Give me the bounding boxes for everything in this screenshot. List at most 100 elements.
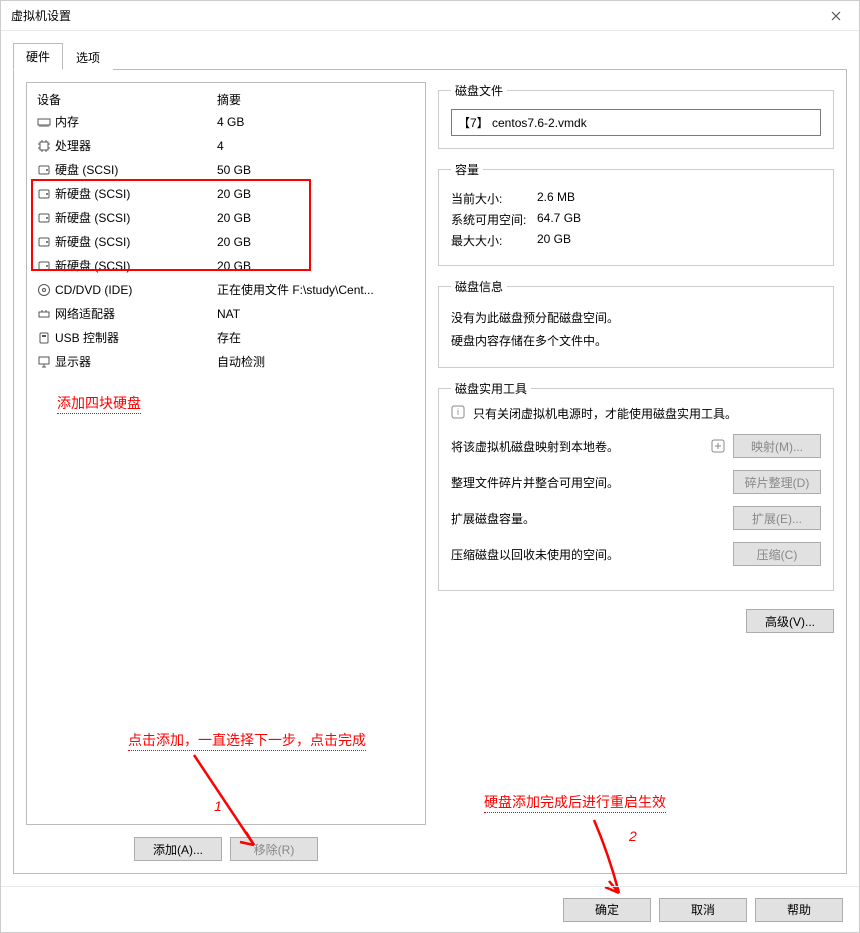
disk-util-group: 磁盘实用工具 i 只有关闭虚拟机电源时，才能使用磁盘实用工具。 将该虚拟机磁盘映…: [438, 380, 834, 591]
info-icon: i: [451, 405, 465, 419]
device-summary: 4: [217, 136, 415, 156]
device-row[interactable]: 网络适配器 NAT: [27, 302, 425, 326]
device-name: 硬盘 (SCSI): [55, 160, 118, 180]
device-summary: 4 GB: [217, 112, 415, 132]
device-row[interactable]: 新硬盘 (SCSI) 20 GB: [27, 230, 425, 254]
annotation-number2: 2: [629, 828, 637, 844]
expand-text: 扩展磁盘容量。: [451, 510, 725, 527]
svg-text:i: i: [457, 407, 459, 417]
map-button: 映射(M)...: [733, 434, 821, 458]
disk-icon: [37, 235, 51, 249]
capacity-group: 容量 当前大小: 2.6 MB 系统可用空间: 64.7 GB 最大大小: 20…: [438, 161, 834, 266]
expand-button: 扩展(E)...: [733, 506, 821, 530]
device-row[interactable]: USB 控制器 存在: [27, 326, 425, 350]
device-name: 新硬盘 (SCSI): [55, 232, 130, 252]
map-text: 将该虚拟机磁盘映射到本地卷。: [451, 438, 703, 455]
device-list: 设备 摘要 内存4 GB处理器4硬盘 (SCSI)50 GB新硬盘 (SCSI)…: [26, 82, 426, 825]
cap-max-value: 20 GB: [537, 232, 571, 249]
cap-current-value: 2.6 MB: [537, 190, 575, 207]
advanced-button[interactable]: 高级(V)...: [746, 609, 834, 633]
tab-body: 设备 摘要 内存4 GB处理器4硬盘 (SCSI)50 GB新硬盘 (SCSI)…: [13, 69, 847, 874]
device-row[interactable]: 显示器 自动检测: [27, 350, 425, 374]
disk-icon: [37, 259, 51, 273]
device-summary: 20 GB: [217, 232, 415, 252]
defrag-button: 碎片整理(D): [733, 470, 821, 494]
device-name: 内存: [55, 112, 79, 132]
device-row[interactable]: 内存 4 GB: [27, 110, 425, 134]
disk-info-legend: 磁盘信息: [451, 278, 507, 295]
device-row[interactable]: 新硬盘 (SCSI) 20 GB: [27, 206, 425, 230]
cap-current-label: 当前大小:: [451, 190, 531, 207]
cap-free-label: 系统可用空间:: [451, 211, 531, 228]
remove-button: 移除(R): [230, 837, 318, 861]
tab-hardware[interactable]: 硬件: [13, 43, 63, 70]
device-summary: 正在使用文件 F:\study\Cent...: [217, 280, 415, 300]
device-name: CD/DVD (IDE): [55, 280, 132, 300]
capacity-legend: 容量: [451, 161, 483, 178]
left-buttons: 添加(A)... 移除(R): [26, 837, 426, 861]
vm-settings-window: 虚拟机设置 硬件 选项 设备 摘要 内存 4 GB 处理器 4 硬盘 (SCSI) 50 …: [0, 0, 860, 933]
compact-text: 压缩磁盘以回收未使用的空间。: [451, 546, 725, 563]
device-list-header: 设备 摘要: [27, 89, 425, 110]
memory-icon: [37, 115, 51, 129]
disk-info-group: 磁盘信息 没有为此磁盘预分配磁盘空间。 硬盘内容存储在多个文件中。: [438, 278, 834, 368]
device-row[interactable]: 处理器 4: [27, 134, 425, 158]
add-button[interactable]: 添加(A)...: [134, 837, 222, 861]
right-pane: 磁盘文件 【7】 centos7.6-2.vmdk 容量 当前大小: 2.6 M…: [438, 82, 834, 861]
disk-info-line2: 硬盘内容存储在多个文件中。: [451, 332, 821, 349]
header-summary: 摘要: [217, 91, 415, 108]
device-summary: 20 GB: [217, 208, 415, 228]
device-row[interactable]: 新硬盘 (SCSI)20 GB: [27, 254, 425, 278]
disk-icon: [37, 187, 51, 201]
util-warn-text: 只有关闭虚拟机电源时，才能使用磁盘实用工具。: [473, 405, 821, 422]
close-button[interactable]: [813, 1, 859, 31]
header-device: 设备: [37, 91, 217, 108]
ok-button[interactable]: 确定: [563, 898, 651, 922]
device-summary: 存在: [217, 328, 415, 348]
tab-options[interactable]: 选项: [63, 44, 113, 70]
titlebar: 虚拟机设置: [1, 1, 859, 31]
cpu-icon: [37, 139, 51, 153]
device-row[interactable]: CD/DVD (IDE) 正在使用文件 F:\study\Cent...: [27, 278, 425, 302]
cap-max-label: 最大大小:: [451, 232, 531, 249]
device-row[interactable]: 新硬盘 (SCSI) 20 GB: [27, 182, 425, 206]
device-name: 新硬盘 (SCSI): [55, 256, 130, 276]
device-name: 处理器: [55, 136, 91, 156]
disk-file-group: 磁盘文件 【7】 centos7.6-2.vmdk: [438, 82, 834, 149]
disk-file-field[interactable]: 【7】 centos7.6-2.vmdk: [451, 109, 821, 136]
cap-free-value: 64.7 GB: [537, 211, 581, 228]
annotation-number1: 1: [214, 798, 222, 814]
usb-icon: [37, 331, 51, 345]
map-icon: [711, 439, 725, 453]
device-summary: 20 GB: [217, 184, 415, 204]
device-name: 显示器: [55, 352, 91, 372]
compact-button: 压缩(C): [733, 542, 821, 566]
annotation-restart: 硬盘添加完成后进行重启生效: [484, 792, 666, 813]
disk-icon: [37, 211, 51, 225]
annotation-click-add: 点击添加，一直选择下一步，点击完成: [128, 730, 366, 751]
close-icon: [831, 11, 841, 21]
defrag-text: 整理文件碎片并整合可用空间。: [451, 474, 725, 491]
disk-icon: [37, 163, 51, 177]
cd-icon: [37, 283, 51, 297]
device-summary: 自动检测: [217, 352, 415, 372]
window-title: 虚拟机设置: [11, 7, 71, 24]
net-icon: [37, 307, 51, 321]
disk-info-line1: 没有为此磁盘预分配磁盘空间。: [451, 309, 821, 326]
device-name: 网络适配器: [55, 304, 115, 324]
device-name: 新硬盘 (SCSI): [55, 208, 130, 228]
device-summary: 50 GB: [217, 160, 415, 180]
help-button[interactable]: 帮助: [755, 898, 843, 922]
device-name: 新硬盘 (SCSI): [55, 184, 130, 204]
tabs: 硬件 选项: [13, 43, 847, 70]
content-area: 硬件 选项 设备 摘要 内存4 GB处理器4硬盘 (SCSI)50 GB新硬盘 …: [1, 31, 859, 886]
footer: 确定 取消 帮助: [1, 886, 859, 932]
device-row[interactable]: 硬盘 (SCSI) 50 GB: [27, 158, 425, 182]
disk-file-legend: 磁盘文件: [451, 82, 507, 99]
device-name: USB 控制器: [55, 328, 119, 348]
annotation-add-disks: 添加四块硬盘: [57, 393, 141, 414]
disk-util-legend: 磁盘实用工具: [451, 380, 531, 397]
device-summary: NAT: [217, 304, 415, 324]
cancel-button[interactable]: 取消: [659, 898, 747, 922]
display-icon: [37, 355, 51, 369]
